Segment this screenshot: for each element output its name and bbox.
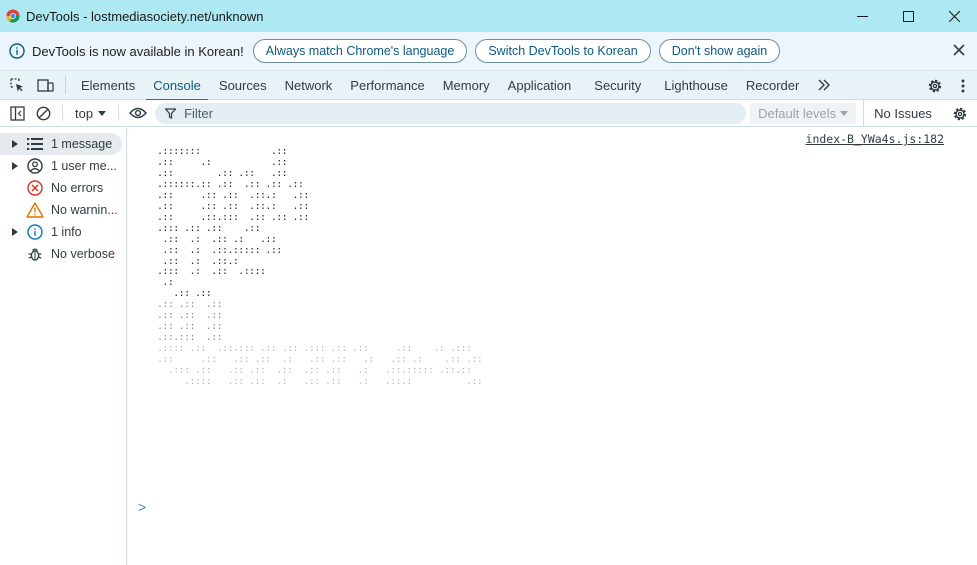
- close-icon: [948, 10, 960, 22]
- error-icon: [26, 179, 44, 197]
- close-window-button[interactable]: [931, 0, 977, 32]
- sidebar-item-info[interactable]: 1 info: [0, 221, 126, 243]
- maximize-icon: [902, 10, 914, 22]
- sidebar-item-errors[interactable]: No errors: [0, 177, 126, 199]
- warning-icon: [26, 201, 44, 219]
- list-icon: [26, 135, 44, 153]
- language-infobar: DevTools is now available in Korean! Alw…: [0, 32, 977, 71]
- info-icon: [26, 223, 44, 241]
- context-value: top: [75, 105, 94, 121]
- switch-to-korean-button[interactable]: Switch DevTools to Korean: [475, 39, 651, 63]
- console-output-line: .::: .: .:: .::::: [157, 266, 266, 278]
- toolbar-divider: [65, 76, 66, 94]
- console-output: index-B_YWa4s.js:182 .::::::: .::.:: .: …: [128, 127, 977, 565]
- user-icon: [26, 157, 44, 175]
- close-infobar-icon[interactable]: [953, 44, 965, 56]
- inspect-element-button[interactable]: [3, 71, 31, 100]
- clear-console-button[interactable]: [30, 100, 56, 127]
- devtools-tabbar: Elements Console Sources Network Perform…: [0, 71, 977, 101]
- clear-icon: [36, 106, 50, 120]
- tab-recorder[interactable]: Recorder: [737, 71, 808, 100]
- tab-sources[interactable]: Sources: [210, 71, 276, 100]
- gear-icon: [953, 107, 967, 120]
- inspect-icon: [10, 78, 23, 92]
- context-selector[interactable]: top: [69, 106, 112, 121]
- tab-performance[interactable]: Performance: [341, 71, 433, 100]
- expand-arrow-icon[interactable]: [10, 140, 20, 148]
- source-link[interactable]: index-B_YWa4s.js:182: [806, 132, 944, 146]
- tab-console[interactable]: Console: [144, 71, 210, 101]
- sidebar-item-label: No errors: [51, 181, 104, 195]
- console-prompt[interactable]: >: [138, 499, 146, 515]
- chrome-logo-icon: [6, 9, 20, 23]
- toolbar-divider: [62, 105, 63, 121]
- filter-placeholder: Filter: [184, 105, 213, 121]
- filter-input[interactable]: Filter: [155, 102, 747, 124]
- log-levels-dropdown[interactable]: Default levels: [750, 102, 857, 124]
- tab-elements[interactable]: Elements: [72, 71, 144, 100]
- info-icon: [9, 43, 25, 59]
- sidebar-toggle-icon: [9, 105, 25, 121]
- tabbar-right-actions: [921, 71, 977, 100]
- kebab-menu-icon: [961, 79, 965, 92]
- caret-down-icon: [840, 110, 849, 116]
- tab-application[interactable]: Application: [499, 71, 581, 100]
- tab-network[interactable]: Network: [276, 71, 342, 100]
- console-message-ascii-art: .::::::: .::.:: .: .::.:: .:: .:: .::.::…: [157, 146, 483, 388]
- sidebar-item-label: No verbose: [51, 247, 115, 261]
- console-output-line: .::: .:: .:: .::: [157, 222, 261, 234]
- sidebar-item-user-messages[interactable]: 1 user me...: [0, 155, 126, 177]
- filter-icon: [165, 107, 177, 119]
- sidebar-item-verbose[interactable]: No verbose: [0, 243, 126, 265]
- window-title: DevTools - lostmediasociety.net/unknown: [26, 8, 264, 24]
- sidebar-item-label: 1 info: [51, 225, 82, 239]
- issues-button[interactable]: No Issues: [863, 99, 942, 127]
- dont-show-again-button[interactable]: Don't show again: [658, 39, 781, 63]
- sidebar-item-label: 1 message: [51, 137, 113, 151]
- caret-down-icon: [98, 110, 107, 116]
- window-titlebar: DevTools - lostmediasociety.net/unknown: [0, 0, 977, 32]
- console-settings-button[interactable]: [947, 100, 973, 127]
- expand-arrow-icon[interactable]: [10, 162, 20, 170]
- device-icon: [36, 78, 54, 92]
- settings-button[interactable]: [921, 71, 949, 100]
- log-levels-label: Default levels: [758, 105, 837, 121]
- sidebar-item-label: No warnin...: [51, 203, 118, 217]
- maximize-button[interactable]: [885, 0, 931, 32]
- eye-icon: [129, 107, 148, 119]
- minimize-button[interactable]: [839, 0, 885, 32]
- issues-label: No Issues: [874, 105, 932, 121]
- bug-icon: [26, 245, 44, 263]
- toolbar-divider: [118, 105, 120, 121]
- customize-menu-button[interactable]: [949, 71, 977, 100]
- sidebar-item-warnings[interactable]: No warnin...: [0, 199, 126, 221]
- gear-icon: [928, 79, 942, 92]
- sidebar-item-label: 1 user me...: [51, 159, 117, 173]
- window-controls: [839, 0, 977, 32]
- double-chevron-right-icon: [818, 79, 831, 91]
- console-output-line: .:: .: .::.::::: .::: [157, 244, 282, 256]
- minimize-icon: [856, 15, 868, 17]
- infobar-message: DevTools is now available in Korean!: [32, 43, 244, 59]
- always-match-language-button[interactable]: Always match Chrome's language: [252, 39, 468, 63]
- expand-arrow-icon[interactable]: [10, 228, 20, 236]
- toggle-sidebar-button[interactable]: [4, 100, 30, 127]
- console-output-line: .:::: .:: .:: .: .:: .:: .: .::.: .::: [157, 376, 483, 388]
- tab-memory[interactable]: Memory: [434, 71, 499, 100]
- device-toolbar-button[interactable]: [31, 71, 59, 100]
- console-sidebar: 1 message 1 user me... No errors No warn…: [0, 127, 127, 565]
- tab-lighthouse[interactable]: Lighthouse: [655, 71, 737, 100]
- console-toolbar: top Filter Default levels No Issues: [0, 99, 977, 127]
- more-tabs-button[interactable]: [808, 71, 840, 100]
- console-output-line: .:: .: .:: .: .::: [157, 233, 277, 245]
- sidebar-item-messages[interactable]: 1 message: [0, 133, 122, 155]
- live-expression-button[interactable]: [125, 100, 151, 127]
- tab-security[interactable]: Security: [580, 71, 655, 100]
